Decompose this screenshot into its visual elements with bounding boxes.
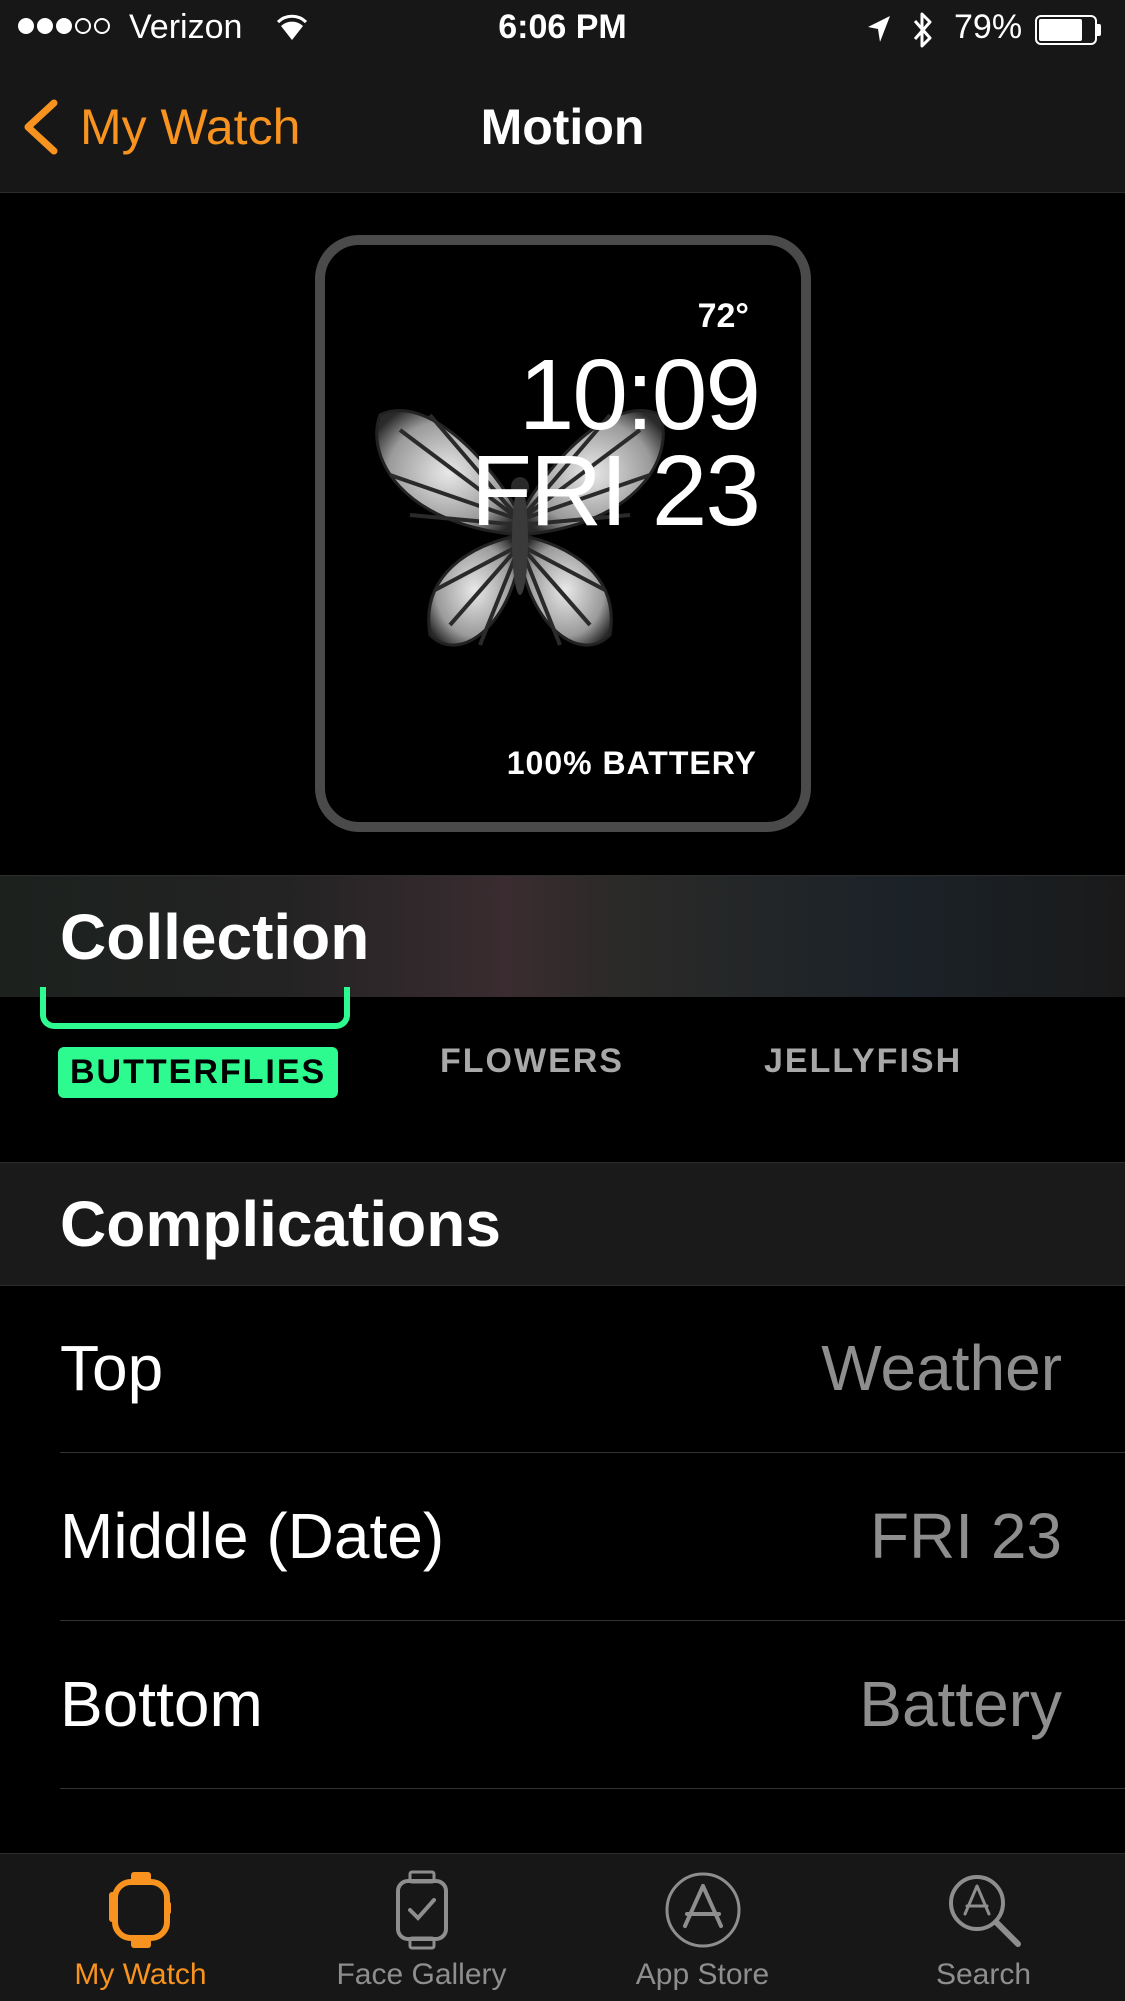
page-title: Motion xyxy=(480,99,645,155)
complication-row-bottom[interactable]: Bottom Battery xyxy=(0,1621,1125,1789)
watch-time: 10:09 xyxy=(518,339,761,451)
screen: Verizon 6:06 PM 79% My Watch Motion 72° … xyxy=(0,0,1125,2001)
collection-title: Collection xyxy=(60,901,370,973)
collection-option-jellyfish[interactable]: JELLYFISH xyxy=(764,1042,962,1081)
search-icon xyxy=(948,1875,1021,1947)
complication-label: Bottom xyxy=(60,1668,263,1740)
battery-percent: 79% xyxy=(954,8,1023,46)
navigation-bar: My Watch Motion xyxy=(0,62,1125,193)
status-bar: Verizon 6:06 PM 79% xyxy=(0,0,1125,62)
tab-label: Face Gallery xyxy=(336,1958,507,1991)
collection-option-flowers[interactable]: FLOWERS xyxy=(440,1042,624,1081)
selected-collection-highlight xyxy=(40,987,350,1029)
complications-title: Complications xyxy=(60,1188,501,1260)
collection-picker: BUTTERFLIES FLOWERS JELLYFISH xyxy=(0,987,1125,1162)
watch-icon xyxy=(108,1872,171,1948)
watch-temperature: 72° xyxy=(697,297,749,335)
bluetooth-icon xyxy=(913,12,932,48)
battery-level-fill xyxy=(1039,19,1082,41)
tab-bar: My Watch Face Gallery App Store Search xyxy=(0,1853,1125,2001)
complication-value: Battery xyxy=(859,1668,1062,1740)
location-arrow-icon xyxy=(868,16,890,42)
watch-battery: 100% BATTERY xyxy=(506,745,757,781)
face-gallery-icon xyxy=(395,1870,448,1950)
row-divider xyxy=(60,1788,1125,1789)
collection-option-butterflies[interactable]: BUTTERFLIES xyxy=(58,1047,339,1098)
watch-date: FRI 23 xyxy=(470,435,761,547)
complication-value: Weather xyxy=(821,1332,1062,1404)
complication-list: Top Weather Middle (Date) FRI 23 Bottom … xyxy=(0,1285,1125,1789)
collection-section-header: Collection xyxy=(0,875,1125,998)
watch-frame: 72° 10:09 FRI 23 100% BATTERY xyxy=(315,235,811,832)
complication-row-middle[interactable]: Middle (Date) FRI 23 xyxy=(0,1453,1125,1621)
complication-row-top[interactable]: Top Weather xyxy=(0,1285,1125,1453)
tab-label: App Store xyxy=(635,1958,770,1991)
complication-value: FRI 23 xyxy=(869,1500,1062,1572)
tab-label: My Watch xyxy=(74,1958,207,1991)
complication-label: Middle (Date) xyxy=(60,1500,445,1572)
watch-face-preview: 72° 10:09 FRI 23 100% BATTERY xyxy=(0,193,1125,875)
tab-search[interactable]: Search xyxy=(843,1854,1124,2001)
tab-my-watch[interactable]: My Watch xyxy=(0,1854,281,2001)
tab-label: Search xyxy=(935,1958,1032,1991)
battery-icon xyxy=(1035,15,1101,45)
tab-app-store[interactable]: App Store xyxy=(562,1854,843,2001)
app-store-icon xyxy=(665,1872,740,1948)
complications-section-header: Complications xyxy=(0,1162,1125,1286)
tab-face-gallery[interactable]: Face Gallery xyxy=(281,1854,562,2001)
complication-label: Top xyxy=(60,1332,164,1404)
